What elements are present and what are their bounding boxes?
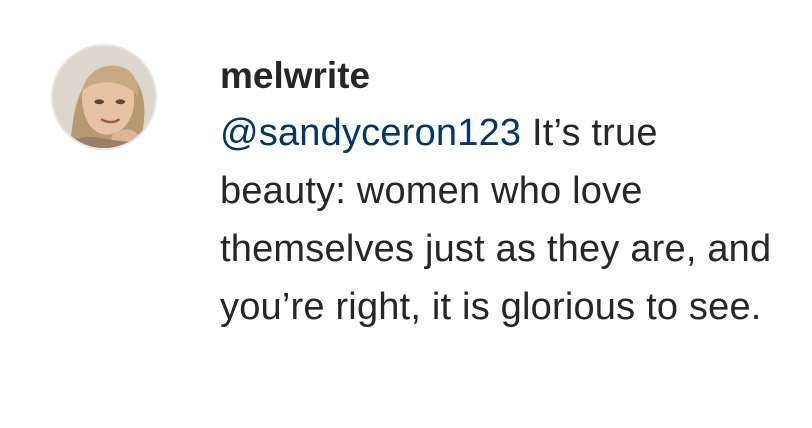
profile-photo-icon xyxy=(53,46,155,148)
comment-username[interactable]: melwrite xyxy=(220,52,790,100)
comment-content: melwrite @sandyceron123 It’s true beauty… xyxy=(220,52,790,336)
comment-text: @sandyceron123 It’s true beauty: women w… xyxy=(220,104,790,336)
mention-link[interactable]: @sandyceron123 xyxy=(220,112,521,154)
comment: melwrite @sandyceron123 It’s true beauty… xyxy=(0,0,812,428)
avatar[interactable] xyxy=(51,44,157,150)
